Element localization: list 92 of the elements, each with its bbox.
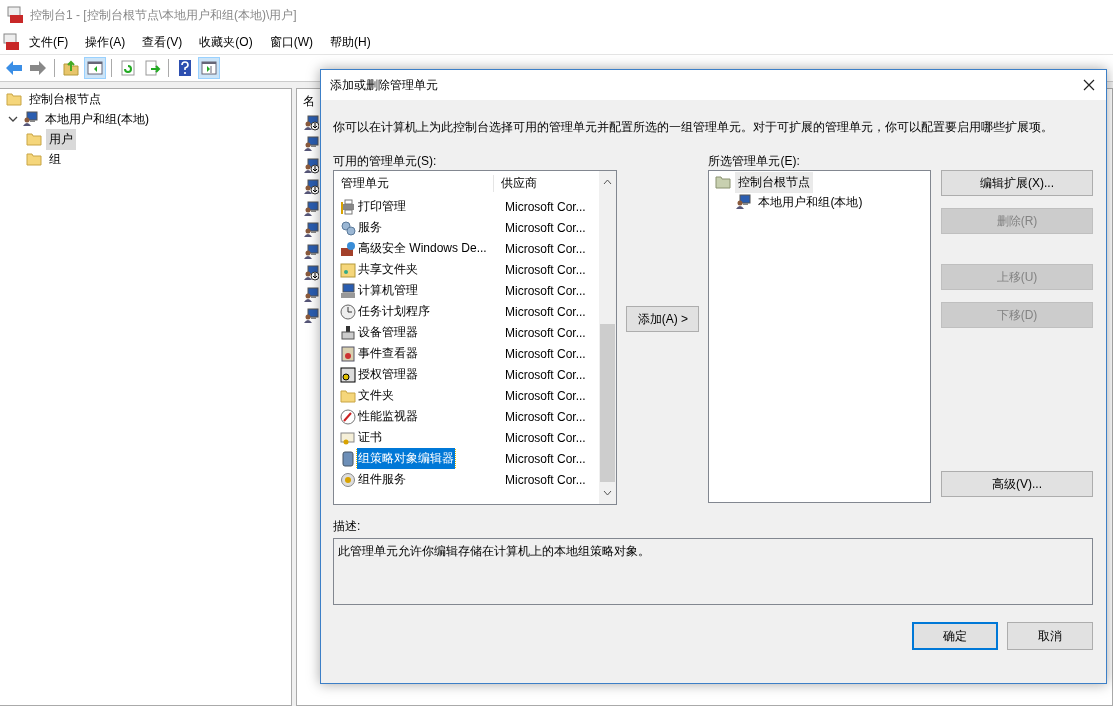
description-label: 描述: (333, 518, 362, 535)
toolbar-button[interactable] (84, 57, 106, 79)
pane-toggle-icon (200, 59, 218, 77)
device-icon (340, 324, 356, 341)
table-cell-text: Microsoft Cor... (504, 409, 586, 424)
list-label: 可用的管理单元(S): (333, 153, 438, 170)
tree-item[interactable]: 本地用户和组(本地) (42, 108, 152, 130)
list-item[interactable]: 高级安全 Windows De... (357, 238, 488, 259)
table-cell-text: Microsoft Cor... (504, 451, 586, 466)
console-app-icon (6, 6, 24, 24)
column-header[interactable]: 名 (303, 89, 317, 112)
add-button[interactable]: 添加(A) > (626, 306, 700, 332)
scroll-icon (340, 450, 356, 467)
key-window-icon (340, 366, 356, 383)
refresh-icon (119, 59, 137, 77)
menu-item[interactable]: 操作(A) (76, 33, 134, 51)
printer-icon (340, 198, 356, 215)
computer-icon (340, 282, 356, 299)
window-title: 控制台1 - [控制台根节点\本地用户和组(本地)\用户] (30, 6, 297, 24)
list-item[interactable]: 证书 (357, 427, 383, 448)
list-item[interactable]: 服务 (357, 217, 383, 238)
list-item[interactable]: 事件查看器 (357, 343, 419, 364)
table-cell-text: Microsoft Cor... (504, 430, 586, 445)
table-cell-text: Microsoft Cor... (504, 220, 586, 235)
column-header[interactable]: 供应商 (494, 174, 537, 192)
gauge-icon (340, 408, 356, 425)
table-cell-text: Microsoft Cor... (504, 304, 586, 319)
menu-item[interactable]: 文件(F) (20, 33, 77, 51)
folder-icon (340, 387, 356, 404)
computer-user-icon (22, 111, 38, 127)
table-cell-text: Microsoft Cor... (504, 472, 586, 487)
clock-icon (340, 303, 356, 320)
log-book-icon (340, 345, 356, 362)
column-header[interactable]: 管理单元 (334, 174, 494, 192)
tree-item[interactable]: 用户 (46, 128, 76, 150)
list-item[interactable]: 授权管理器 (357, 364, 419, 385)
export-list-icon (143, 59, 161, 77)
table-cell-text: Microsoft Cor... (504, 346, 586, 361)
dialog-title: 添加或删除管理单元 (330, 76, 438, 94)
menu-item[interactable]: 查看(V) (133, 33, 191, 51)
tree-item[interactable]: 本地用户和组(本地) (755, 191, 866, 213)
dialog-button[interactable]: 确定 (912, 622, 998, 650)
tree-item[interactable]: 控制台根节点 (26, 88, 104, 110)
computer-user-icon (735, 194, 752, 210)
console-app-icon (2, 33, 20, 51)
description-box: 此管理单元允许你编辑存储在计算机上的本地组策略对象。 (333, 538, 1093, 605)
list-item[interactable]: 共享文件夹 (357, 259, 419, 280)
dialog-button[interactable]: 取消 (1007, 622, 1093, 650)
scroll-up-icon (603, 179, 613, 185)
component-icon (340, 471, 356, 488)
toolbar-button[interactable] (198, 57, 220, 79)
table-cell-text: Microsoft Cor... (504, 388, 586, 403)
instruction-text: 你可以在计算机上为此控制台选择可用的管理单元并配置所选的一组管理单元。对于可扩展的管理单元，你可以配置要启用哪些扩展项。 (333, 119, 1054, 136)
list-item[interactable]: 计算机管理 (357, 280, 419, 301)
list-label: 所选管理单元(E): (708, 153, 801, 170)
menu-item[interactable]: 收藏夹(O) (190, 33, 261, 51)
back-arrow-icon (5, 59, 23, 77)
table-cell-text: Microsoft Cor... (504, 241, 586, 256)
table-cell-text: Microsoft Cor... (504, 262, 586, 277)
folder-icon (6, 91, 22, 107)
scrollbar-thumb[interactable] (600, 324, 616, 482)
folder-icon (715, 174, 732, 190)
list-item[interactable]: 组策略对象编辑器 (357, 448, 455, 469)
folder-up-icon (62, 59, 80, 77)
shared-folder-icon (340, 261, 356, 278)
table-cell-text: Microsoft Cor... (504, 325, 586, 340)
tree-item[interactable]: 控制台根节点 (735, 171, 814, 193)
list-item[interactable]: 打印管理 (357, 196, 407, 217)
table-cell-text: Microsoft Cor... (504, 367, 586, 382)
help-icon (176, 59, 194, 77)
scroll-down-icon (603, 490, 613, 496)
close-icon (1083, 79, 1095, 91)
certificate-icon (340, 429, 356, 446)
list-item[interactable]: 任务计划程序 (357, 301, 431, 322)
menu-item[interactable]: 帮助(H) (321, 33, 379, 51)
tree-item[interactable]: 组 (46, 148, 64, 170)
list-item[interactable]: 性能监视器 (357, 406, 419, 427)
table-cell-text: Microsoft Cor... (504, 199, 586, 214)
scrollbar[interactable] (599, 171, 617, 504)
list-item[interactable]: 文件夹 (357, 385, 395, 406)
side-button[interactable]: 高级(V)... (941, 471, 1093, 497)
brick-wall-globe-icon (340, 240, 356, 257)
table-cell-text: Microsoft Cor... (504, 283, 586, 298)
side-button[interactable]: 编辑扩展(X)... (941, 170, 1093, 196)
folder-icon (26, 131, 42, 147)
pane-toggle-icon (86, 59, 104, 77)
list-item[interactable]: 组件服务 (357, 469, 407, 490)
menu-item[interactable]: 窗口(W) (260, 33, 321, 51)
list-item[interactable]: 设备管理器 (357, 322, 419, 343)
folder-icon (26, 151, 42, 167)
gears-icon (340, 219, 356, 236)
forward-arrow-icon (29, 59, 47, 77)
